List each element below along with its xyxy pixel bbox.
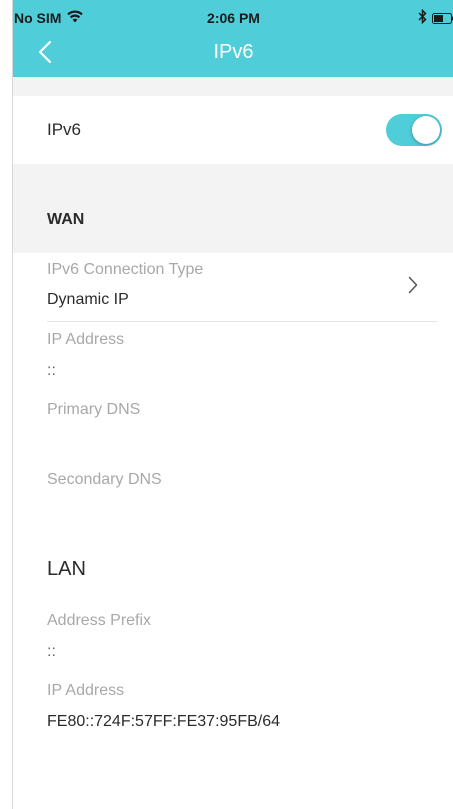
wan-section-header: WAN: [13, 164, 453, 253]
section-spacer: [13, 77, 453, 96]
lan-ip-address-label: IP Address: [47, 682, 125, 699]
status-bar: No SIM 2:06 PM: [13, 0, 453, 36]
lan-ip-address-value: FE80::724F:57FF:FE37:95FB/64: [47, 713, 281, 730]
app-header: No SIM 2:06 PM IPv6: [13, 0, 453, 77]
connection-type-value: Dynamic IP: [47, 291, 129, 308]
status-time: 2:06 PM: [207, 10, 260, 26]
bluetooth-icon: [418, 8, 427, 29]
ipv6-toggle-row: IPv6: [13, 96, 453, 164]
ipv6-toggle-switch[interactable]: [386, 114, 442, 146]
wan-ip-address-label: IP Address: [47, 331, 125, 348]
connection-type-label: IPv6 Connection Type: [47, 261, 204, 278]
address-prefix-value: ::: [47, 643, 56, 660]
wan-ip-address-value: ::: [47, 362, 56, 379]
connection-type-row[interactable]: IPv6 Connection Type Dynamic IP: [13, 253, 453, 321]
battery-icon: [432, 11, 453, 29]
divider: [47, 321, 437, 322]
toggle-knob: [412, 116, 440, 144]
page-title: IPv6: [213, 41, 254, 63]
address-prefix-label: Address Prefix: [47, 612, 152, 629]
ipv6-toggle-label: IPv6: [47, 120, 82, 139]
chevron-right-icon: [408, 276, 418, 299]
phone-screen: No SIM 2:06 PM IPv6 IPv6 WAN IPv6 Connec…: [12, 0, 453, 809]
secondary-dns-label: Secondary DNS: [47, 471, 162, 488]
lan-section-title: LAN: [47, 558, 86, 580]
primary-dns-label: Primary DNS: [47, 401, 141, 418]
wan-section-title: WAN: [47, 211, 85, 228]
